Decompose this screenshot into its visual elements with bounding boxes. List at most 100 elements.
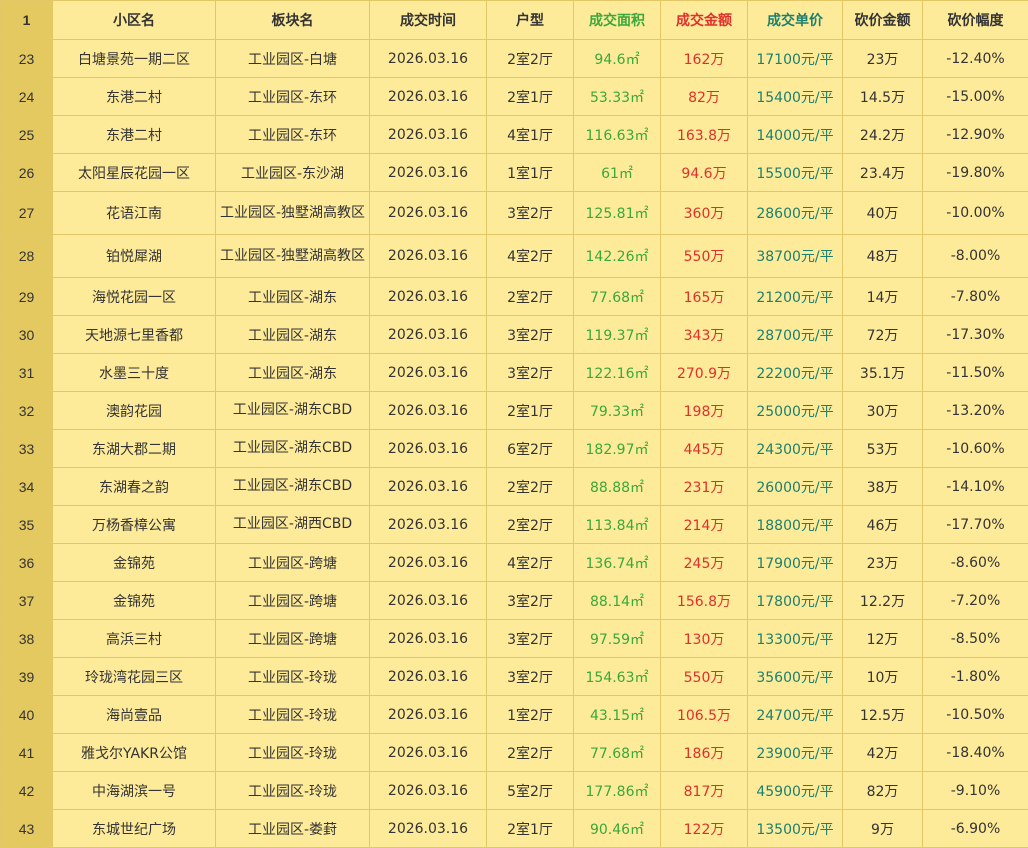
cell-community[interactable]: 玲珑湾花园三区 [53,658,216,696]
cell-layout[interactable]: 3室2厅 [487,582,574,620]
cell-layout[interactable]: 2室2厅 [487,506,574,544]
cell-discount-pct[interactable]: -19.80% [923,154,1028,192]
cell-discount-pct[interactable]: -8.60% [923,544,1028,582]
cell-discount-amount[interactable]: 23.4万 [843,154,923,192]
cell-amount[interactable]: 82万 [661,78,748,116]
cell-unit-price[interactable]: 24700元/平 [748,696,843,734]
row-number-header[interactable]: 1 [1,1,53,40]
cell-unit-price[interactable]: 21200元/平 [748,278,843,316]
cell-deal-date[interactable]: 2026.03.16 [370,392,487,430]
cell-deal-date[interactable]: 2026.03.16 [370,772,487,810]
cell-discount-amount[interactable]: 42万 [843,734,923,772]
cell-layout[interactable]: 2室1厅 [487,392,574,430]
cell-area[interactable]: 136.74㎡ [574,544,661,582]
cell-area[interactable]: 90.46㎡ [574,810,661,848]
cell-discount-amount[interactable]: 48万 [843,235,923,278]
cell-block[interactable]: 工业园区-独墅湖高教区 [216,235,370,278]
cell-area[interactable]: 142.26㎡ [574,235,661,278]
cell-amount[interactable]: 198万 [661,392,748,430]
col-header-unit-price[interactable]: 成交单价 [748,1,843,40]
cell-discount-pct[interactable]: -6.90% [923,810,1028,848]
col-header-area[interactable]: 成交面积 [574,1,661,40]
cell-amount[interactable]: 214万 [661,506,748,544]
cell-discount-amount[interactable]: 82万 [843,772,923,810]
cell-area[interactable]: 122.16㎡ [574,354,661,392]
cell-block[interactable]: 工业园区-跨塘 [216,582,370,620]
row-number[interactable]: 43 [1,810,53,848]
row-number[interactable]: 32 [1,392,53,430]
cell-area[interactable]: 177.86㎡ [574,772,661,810]
cell-layout[interactable]: 5室2厅 [487,772,574,810]
cell-discount-amount[interactable]: 30万 [843,392,923,430]
cell-layout[interactable]: 4室1厅 [487,116,574,154]
cell-area[interactable]: 79.33㎡ [574,392,661,430]
cell-discount-pct[interactable]: -10.60% [923,430,1028,468]
col-header-community[interactable]: 小区名 [53,1,216,40]
cell-amount[interactable]: 106.5万 [661,696,748,734]
cell-amount[interactable]: 186万 [661,734,748,772]
cell-deal-date[interactable]: 2026.03.16 [370,116,487,154]
cell-discount-pct[interactable]: -18.40% [923,734,1028,772]
cell-block[interactable]: 工业园区-湖东CBD [216,430,370,468]
cell-discount-pct[interactable]: -10.00% [923,192,1028,235]
cell-discount-amount[interactable]: 23万 [843,544,923,582]
cell-area[interactable]: 125.81㎡ [574,192,661,235]
cell-unit-price[interactable]: 17800元/平 [748,582,843,620]
cell-layout[interactable]: 6室2厅 [487,430,574,468]
cell-community[interactable]: 海悦花园一区 [53,278,216,316]
cell-discount-pct[interactable]: -11.50% [923,354,1028,392]
cell-unit-price[interactable]: 45900元/平 [748,772,843,810]
cell-deal-date[interactable]: 2026.03.16 [370,354,487,392]
cell-layout[interactable]: 3室2厅 [487,620,574,658]
cell-layout[interactable]: 2室2厅 [487,734,574,772]
cell-area[interactable]: 154.63㎡ [574,658,661,696]
cell-area[interactable]: 88.14㎡ [574,582,661,620]
cell-deal-date[interactable]: 2026.03.16 [370,544,487,582]
cell-deal-date[interactable]: 2026.03.16 [370,506,487,544]
cell-discount-pct[interactable]: -17.30% [923,316,1028,354]
cell-area[interactable]: 113.84㎡ [574,506,661,544]
cell-community[interactable]: 万杨香樟公寓 [53,506,216,544]
cell-community[interactable]: 花语江南 [53,192,216,235]
cell-area[interactable]: 61㎡ [574,154,661,192]
cell-community[interactable]: 海尚壹品 [53,696,216,734]
cell-unit-price[interactable]: 17100元/平 [748,40,843,78]
row-number[interactable]: 27 [1,192,53,235]
cell-area[interactable]: 94.6㎡ [574,40,661,78]
cell-layout[interactable]: 2室2厅 [487,468,574,506]
cell-area[interactable]: 77.68㎡ [574,734,661,772]
cell-community[interactable]: 高浜三村 [53,620,216,658]
row-number[interactable]: 24 [1,78,53,116]
cell-community[interactable]: 东湖大郡二期 [53,430,216,468]
row-number[interactable]: 33 [1,430,53,468]
cell-discount-pct[interactable]: -12.90% [923,116,1028,154]
row-number[interactable]: 39 [1,658,53,696]
cell-block[interactable]: 工业园区-玲珑 [216,696,370,734]
cell-deal-date[interactable]: 2026.03.16 [370,696,487,734]
cell-discount-pct[interactable]: -17.70% [923,506,1028,544]
cell-amount[interactable]: 163.8万 [661,116,748,154]
cell-block[interactable]: 工业园区-湖东 [216,316,370,354]
row-number[interactable]: 25 [1,116,53,154]
cell-deal-date[interactable]: 2026.03.16 [370,40,487,78]
cell-deal-date[interactable]: 2026.03.16 [370,734,487,772]
cell-block[interactable]: 工业园区-湖东CBD [216,392,370,430]
col-header-deal-date[interactable]: 成交时间 [370,1,487,40]
cell-discount-pct[interactable]: -10.50% [923,696,1028,734]
cell-block[interactable]: 工业园区-湖东 [216,278,370,316]
cell-layout[interactable]: 4室2厅 [487,544,574,582]
cell-amount[interactable]: 162万 [661,40,748,78]
cell-amount[interactable]: 165万 [661,278,748,316]
cell-community[interactable]: 澳韵花园 [53,392,216,430]
cell-layout[interactable]: 3室2厅 [487,354,574,392]
cell-discount-pct[interactable]: -1.80% [923,658,1028,696]
cell-discount-amount[interactable]: 12.5万 [843,696,923,734]
cell-community[interactable]: 金锦苑 [53,544,216,582]
row-number[interactable]: 35 [1,506,53,544]
cell-discount-amount[interactable]: 12万 [843,620,923,658]
col-header-layout[interactable]: 户型 [487,1,574,40]
cell-discount-amount[interactable]: 14万 [843,278,923,316]
cell-unit-price[interactable]: 17900元/平 [748,544,843,582]
cell-deal-date[interactable]: 2026.03.16 [370,316,487,354]
cell-unit-price[interactable]: 25000元/平 [748,392,843,430]
